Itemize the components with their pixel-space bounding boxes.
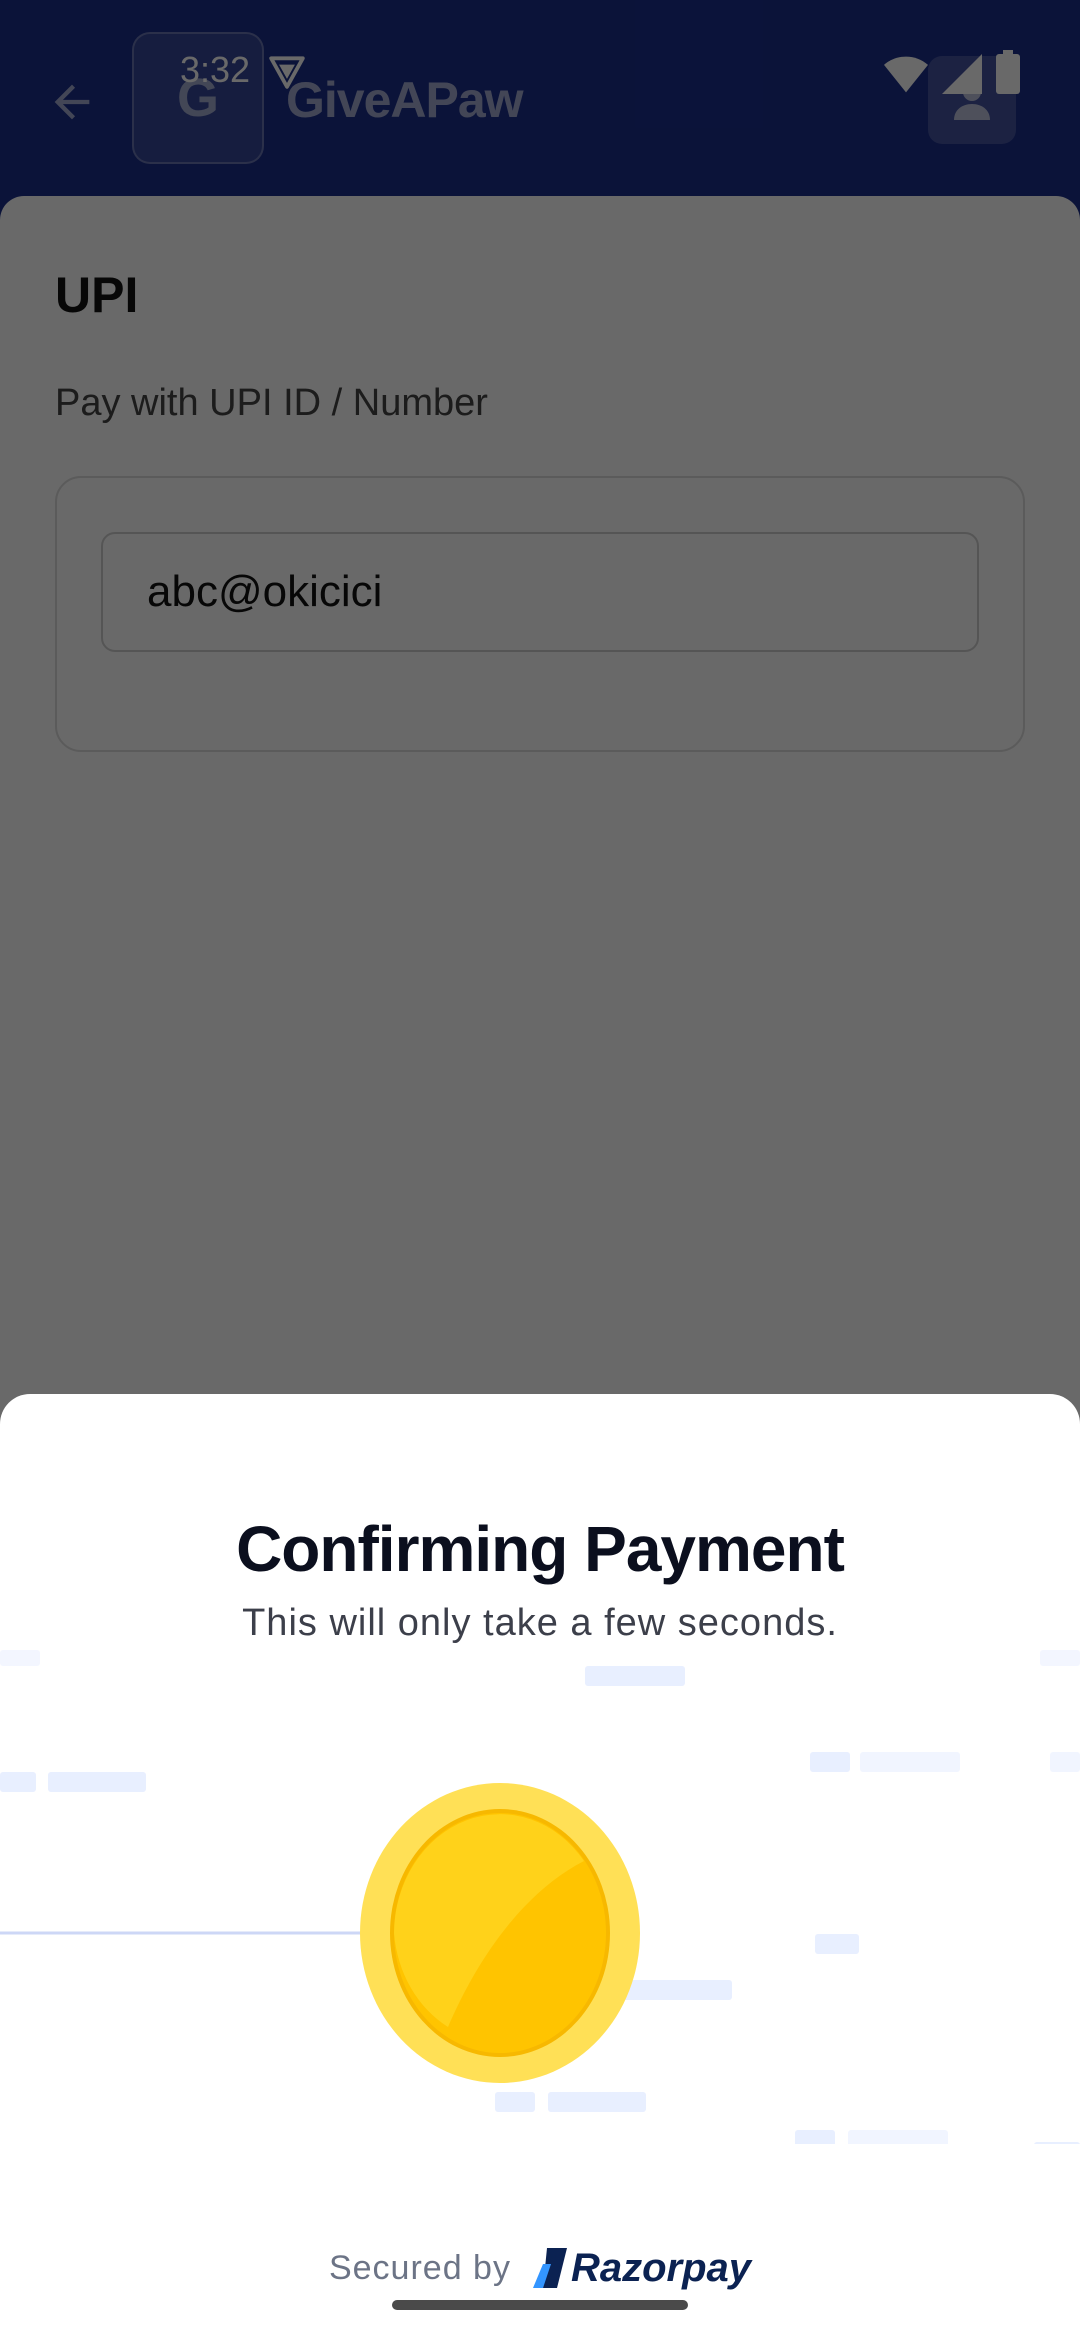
status-time: 3:32 xyxy=(180,49,251,90)
back-arrow-icon xyxy=(54,84,90,120)
secured-by-row: Secured by Razorpay xyxy=(0,2238,1080,2298)
screen: G GiveAPaw 3:32 UPI Pay with UPI ID / Nu… xyxy=(0,0,1080,2340)
upi-subtitle: Pay with UPI ID / Number xyxy=(55,382,488,424)
upi-title: UPI xyxy=(55,267,139,323)
coin-icon xyxy=(360,1783,640,2083)
status-icons xyxy=(884,50,1020,94)
secured-by-label: Secured by xyxy=(328,2248,511,2287)
cell-signal-icon xyxy=(942,54,982,94)
sheet-title: Confirming Payment xyxy=(236,1513,845,1585)
app-header: G GiveAPaw xyxy=(0,0,1080,220)
razorpay-logo-icon xyxy=(532,2248,567,2288)
battery-icon xyxy=(996,50,1020,94)
coin-animation xyxy=(0,1650,1080,2144)
vpn-icon xyxy=(269,56,305,89)
razorpay-brand: Razorpay xyxy=(532,2245,752,2291)
razorpay-wordmark: Razorpay xyxy=(570,2245,752,2290)
back-button[interactable] xyxy=(40,70,104,134)
home-indicator[interactable] xyxy=(392,2300,688,2310)
brand-name: GiveAPaw xyxy=(286,72,524,128)
confirming-payment-sheet: Confirming Payment This will only take a… xyxy=(0,1394,1080,2340)
sheet-subtitle: This will only take a few seconds. xyxy=(242,1602,838,1644)
wifi-icon xyxy=(884,56,928,93)
upi-id-input[interactable]: abc@okicici xyxy=(101,532,979,652)
